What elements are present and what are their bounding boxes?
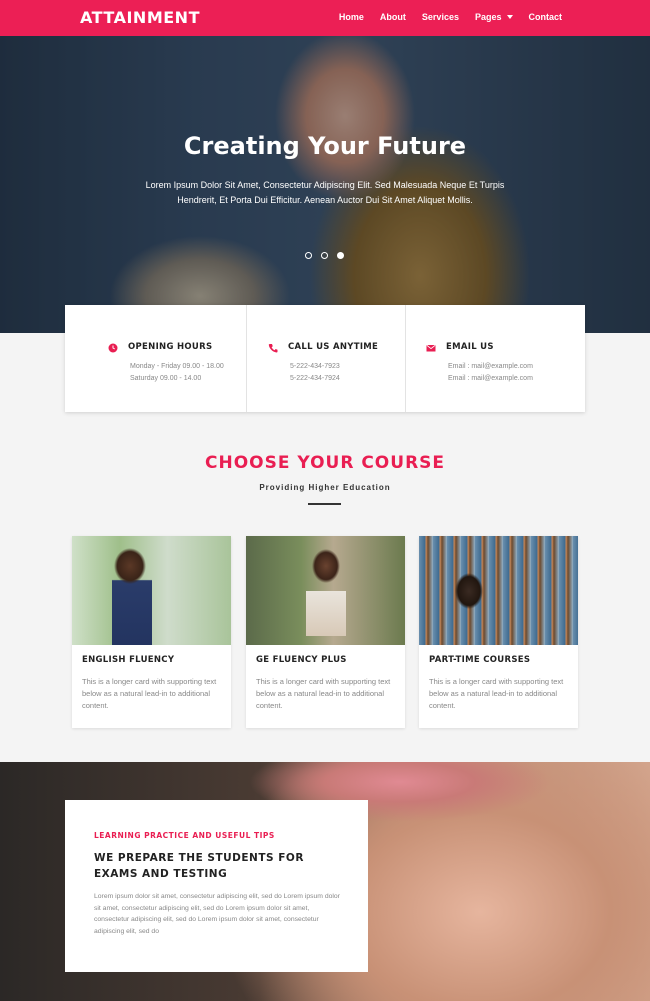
course-image-library <box>419 536 578 645</box>
top-navbar: ATTAINMENT Home About Services Pages Con… <box>0 0 650 36</box>
info-line[interactable]: 5-222-434-7923 <box>290 363 340 370</box>
nav-item-home[interactable]: Home <box>339 12 364 22</box>
slider-dot-1[interactable] <box>305 252 312 259</box>
info-line[interactable]: 5-222-434-7924 <box>290 375 340 382</box>
hero-title: Creating Your Future <box>183 132 467 160</box>
clock-icon <box>108 343 118 353</box>
main-menu: Home About Services Pages Contact <box>339 12 562 22</box>
slider-dots <box>305 252 344 259</box>
nav-item-contact[interactable]: Contact <box>529 12 563 22</box>
info-line[interactable]: Email : mail@example.com <box>448 363 533 370</box>
info-email: EMAIL US Email : mail@example.com Email … <box>405 305 585 412</box>
brand-logo[interactable]: ATTAINMENT <box>80 8 200 27</box>
tips-heading: WE PREPARE THE STUDENTS FOR EXAMS AND TE… <box>94 852 304 880</box>
section-divider <box>308 503 341 505</box>
hero-text: Lorem Ipsum Dolor Sit Amet, Consectetur … <box>145 180 505 205</box>
info-line: Monday - Friday 09.00 - 18.00 <box>130 363 224 370</box>
info-line[interactable]: Email : mail@example.com <box>448 375 533 382</box>
chevron-down-icon <box>506 15 513 19</box>
course-title[interactable]: PART-TIME COURSES <box>429 655 530 665</box>
course-image-reader <box>246 536 405 645</box>
info-title: CALL US ANYTIME <box>288 342 379 352</box>
course-title[interactable]: GE FLUENCY PLUS <box>256 655 347 665</box>
nav-item-about[interactable]: About <box>380 12 406 22</box>
course-text: This is a longer card with supporting te… <box>429 677 564 710</box>
tips-text: Lorem ipsum dolor sit amet, consectetur … <box>94 893 340 935</box>
tips-kicker: LEARNING PRACTICE AND USEFUL TIPS <box>94 831 275 840</box>
nav-item-pages-label: Pages <box>474 12 502 22</box>
course-card[interactable]: PART-TIME COURSES This is a longer card … <box>419 536 578 728</box>
course-image-graduate <box>72 536 231 645</box>
info-title: EMAIL US <box>446 342 494 352</box>
info-line: Saturday 09.00 - 14.00 <box>130 375 202 382</box>
nav-item-pages[interactable]: Pages <box>475 12 513 22</box>
course-text: This is a longer card with supporting te… <box>82 677 217 710</box>
tips-box: LEARNING PRACTICE AND USEFUL TIPS WE PRE… <box>65 800 368 972</box>
course-card[interactable]: ENGLISH FLUENCY This is a longer card wi… <box>72 536 231 728</box>
course-title[interactable]: ENGLISH FLUENCY <box>82 655 174 665</box>
info-card: OPENING HOURS Monday - Friday 09.00 - 18… <box>65 305 585 412</box>
slider-dot-3-active[interactable] <box>337 252 344 259</box>
section-title: CHOOSE YOUR COURSE <box>204 453 446 473</box>
nav-item-services[interactable]: Services <box>422 12 459 22</box>
course-card[interactable]: GE FLUENCY PLUS This is a longer card wi… <box>246 536 405 728</box>
info-title: OPENING HOURS <box>128 342 213 352</box>
course-text: This is a longer card with supporting te… <box>256 677 391 710</box>
envelope-icon <box>426 344 436 352</box>
slider-dot-2[interactable] <box>321 252 328 259</box>
info-opening-hours: OPENING HOURS Monday - Friday 09.00 - 18… <box>65 305 246 412</box>
phone-icon <box>268 344 278 353</box>
hero-slider: Creating Your Future Lorem Ipsum Dolor S… <box>0 36 650 333</box>
section-subtitle: Providing Higher Education <box>259 483 391 492</box>
info-call: CALL US ANYTIME 5-222-434-7923 5-222-434… <box>246 305 405 412</box>
